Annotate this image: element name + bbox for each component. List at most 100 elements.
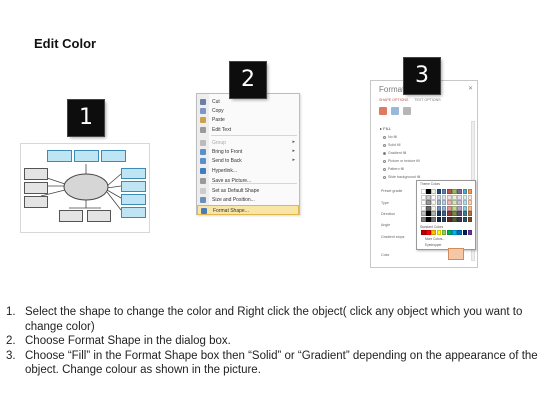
color-swatch[interactable] xyxy=(436,200,442,206)
diagram-top-box[interactable] xyxy=(47,150,72,162)
color-swatch[interactable] xyxy=(426,216,431,222)
color-swatch[interactable] xyxy=(426,200,431,206)
color-swatch[interactable] xyxy=(462,205,468,211)
standard-color-swatch[interactable] xyxy=(436,230,442,235)
color-swatch[interactable] xyxy=(446,189,452,194)
color-swatch[interactable] xyxy=(452,205,457,211)
menu-item[interactable]: Send to Back ▸ xyxy=(197,156,299,166)
color-swatch[interactable] xyxy=(421,216,426,222)
standard-color-swatch[interactable] xyxy=(462,230,468,235)
standard-color-swatch[interactable] xyxy=(446,230,452,235)
color-swatch[interactable] xyxy=(436,205,442,211)
fill-color-button[interactable] xyxy=(448,248,464,260)
color-swatch[interactable] xyxy=(446,200,452,206)
menu-item[interactable]: Edit Text xyxy=(197,125,299,135)
color-swatch[interactable] xyxy=(436,216,442,222)
fill-option-radio[interactable]: No fill xyxy=(383,135,397,139)
color-swatch[interactable] xyxy=(431,200,436,206)
color-swatch[interactable] xyxy=(431,205,436,211)
color-swatch[interactable] xyxy=(457,200,462,206)
color-swatch[interactable] xyxy=(431,194,436,200)
color-swatch[interactable] xyxy=(446,211,452,217)
color-swatch[interactable] xyxy=(431,189,436,194)
color-swatch[interactable] xyxy=(467,211,473,217)
color-swatch[interactable] xyxy=(467,205,473,211)
menu-item[interactable]: Paste xyxy=(197,115,299,125)
color-swatch[interactable] xyxy=(452,194,457,200)
color-swatch[interactable] xyxy=(421,200,426,206)
color-swatch[interactable] xyxy=(462,189,468,194)
fill-section-header[interactable]: ▸ FILL xyxy=(380,126,391,131)
more-colors-link[interactable]: More Colors... xyxy=(425,237,445,241)
color-swatch[interactable] xyxy=(441,194,447,200)
standard-color-swatch[interactable] xyxy=(431,230,436,235)
standard-color-swatch[interactable] xyxy=(452,230,457,235)
menu-item[interactable]: Hyperlink... xyxy=(197,166,299,176)
color-swatch[interactable] xyxy=(452,211,457,217)
diagram-right-box[interactable] xyxy=(121,168,146,179)
diagram-right-box[interactable] xyxy=(121,181,146,192)
standard-color-swatch[interactable] xyxy=(467,230,473,235)
fill-option-radio[interactable]: Gradient fill xyxy=(383,151,406,155)
color-swatch[interactable] xyxy=(452,189,457,194)
diagram-bottom-box[interactable] xyxy=(87,210,111,222)
color-swatch[interactable] xyxy=(462,200,468,206)
color-swatch[interactable] xyxy=(457,211,462,217)
diagram-center-ellipse[interactable] xyxy=(63,173,109,201)
color-swatch[interactable] xyxy=(441,211,447,217)
tab-shape-options[interactable]: SHAPE OPTIONS xyxy=(379,98,408,102)
color-swatch[interactable] xyxy=(467,216,473,222)
color-swatch[interactable] xyxy=(462,216,468,222)
color-swatch[interactable] xyxy=(441,216,447,222)
color-swatch[interactable] xyxy=(457,216,462,222)
diagram-right-box[interactable] xyxy=(121,194,146,205)
diagram-left-box[interactable] xyxy=(24,196,48,208)
effects-icon[interactable] xyxy=(391,107,399,115)
fill-option-radio[interactable]: Solid fill xyxy=(383,143,400,147)
color-swatch[interactable] xyxy=(446,194,452,200)
size-properties-icon[interactable] xyxy=(403,107,411,115)
color-swatch[interactable] xyxy=(421,205,426,211)
diagram-bottom-box[interactable] xyxy=(59,210,83,222)
diagram-left-box[interactable] xyxy=(24,168,48,180)
color-swatch[interactable] xyxy=(441,200,447,206)
close-icon[interactable]: ✕ xyxy=(468,85,473,92)
color-swatch[interactable] xyxy=(467,189,473,194)
color-swatch[interactable] xyxy=(426,211,431,217)
fill-line-icon[interactable] xyxy=(379,107,387,115)
color-swatch[interactable] xyxy=(426,205,431,211)
color-swatch[interactable] xyxy=(457,205,462,211)
color-swatch[interactable] xyxy=(431,216,436,222)
color-swatch[interactable] xyxy=(462,211,468,217)
color-swatch[interactable] xyxy=(457,194,462,200)
color-swatch[interactable] xyxy=(441,189,447,194)
color-swatch[interactable] xyxy=(452,200,457,206)
color-swatch[interactable] xyxy=(467,194,473,200)
diagram-left-box[interactable] xyxy=(24,182,48,194)
color-swatch[interactable] xyxy=(467,200,473,206)
color-swatch[interactable] xyxy=(421,189,426,194)
tab-text-options[interactable]: TEXT OPTIONS xyxy=(414,98,440,102)
color-swatch[interactable] xyxy=(421,211,426,217)
color-swatch[interactable] xyxy=(446,216,452,222)
color-swatch[interactable] xyxy=(421,194,426,200)
menu-item[interactable]: Size and Position... xyxy=(197,195,299,205)
menu-item[interactable]: Format Shape... xyxy=(197,205,299,215)
color-swatch[interactable] xyxy=(462,194,468,200)
standard-color-swatch[interactable] xyxy=(421,230,426,235)
fill-option-radio[interactable]: Slide background fill xyxy=(383,175,420,179)
standard-color-swatch[interactable] xyxy=(426,230,431,235)
standard-color-swatch[interactable] xyxy=(441,230,447,235)
diagram-top-box[interactable] xyxy=(74,150,99,162)
color-swatch[interactable] xyxy=(436,189,442,194)
fill-option-radio[interactable]: Pattern fill xyxy=(383,167,404,171)
standard-color-swatch[interactable] xyxy=(457,230,462,235)
color-swatch[interactable] xyxy=(426,189,431,194)
color-swatch[interactable] xyxy=(441,205,447,211)
color-swatch[interactable] xyxy=(452,216,457,222)
color-swatch[interactable] xyxy=(431,211,436,217)
color-swatch[interactable] xyxy=(436,211,442,217)
color-swatch[interactable] xyxy=(426,194,431,200)
diagram-right-box[interactable] xyxy=(121,207,146,218)
color-swatch[interactable] xyxy=(446,205,452,211)
